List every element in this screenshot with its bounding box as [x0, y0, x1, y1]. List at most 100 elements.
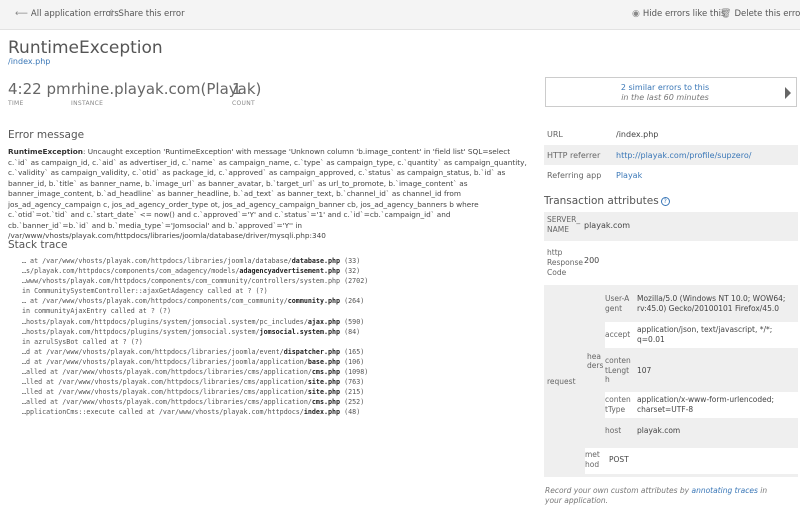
stack-frame-line: (106) — [340, 357, 365, 366]
similar-errors-period: in the last 60 minutes — [621, 93, 709, 102]
stack-frame-line: (48) — [340, 408, 361, 417]
stack-frame-path: … at /var/www/vhosts/playak.com/httpdocs… — [22, 257, 292, 265]
stat-time-value: 4:22 pm — [8, 80, 71, 98]
hide-label: Hide errors like this — [642, 9, 726, 19]
stack-frame-line: (84) — [340, 327, 361, 336]
stack-frame-path: …d at /var/www/vhosts/playak.com/httpdoc… — [22, 347, 284, 356]
header-content-type-value: application/x-www-form-urlencoded; chars… — [637, 395, 775, 414]
stack-frame-path: …lled at /var/www/vhosts/playak.com/http… — [22, 378, 308, 387]
stack-frame: …pplicationCms::execute called at /var/w… — [22, 407, 532, 417]
back-to-errors-link[interactable]: ⟵ All application errors — [15, 9, 119, 19]
stack-frame-file: site.php — [307, 388, 341, 397]
attr-http-code-value: 200 — [584, 256, 600, 265]
transaction-attributes-heading: Transaction attributes? — [544, 195, 670, 207]
header-content-length-key: conten tLength — [605, 356, 631, 384]
stack-frame-line: (33) — [340, 257, 361, 265]
stack-frame-path: …pplicationCms::execute called at /var/w… — [22, 408, 304, 417]
stack-frame: in azrulSysBot called at ? (?) — [22, 337, 532, 347]
detail-app-label: Referring app — [547, 170, 602, 180]
stack-frame: … at /var/www/vhosts/playak.com/httpdocs… — [22, 296, 532, 306]
header-host-value: playak.com — [637, 426, 681, 435]
delete-error-link[interactable]: 🗑 Delete this error — [720, 9, 800, 19]
footnote-pre: Record your own custom attributes by — [545, 486, 692, 495]
error-message-body: : Uncaught exception 'RuntimeException' … — [8, 147, 527, 240]
stack-frame-file: base.php — [307, 357, 341, 366]
stat-time: 4:22 pm TIME — [8, 80, 71, 107]
stack-frame-line: (252) — [340, 398, 365, 407]
stack-frame-line: (165) — [340, 347, 365, 356]
stack-frame-file: cms.php — [311, 398, 341, 407]
detail-referrer-link[interactable]: http://playak.com/profile/supzero/ — [616, 151, 751, 160]
stack-frame: in communityAjaxEntry called at ? (?) — [22, 306, 532, 316]
stack-frame-path: … at /var/www/vhosts/playak.com/httpdocs… — [22, 297, 288, 306]
attr-http-code-key: http Response Code — [547, 248, 584, 277]
error-message-text: RuntimeException: Uncaught exception 'Ru… — [8, 147, 528, 242]
attr-method-value: POST — [609, 455, 629, 464]
error-message-label: RuntimeException — [8, 147, 83, 156]
stat-count: 1 COUNT — [232, 80, 255, 107]
detail-app-link[interactable]: Playak — [616, 171, 642, 180]
attr-http-code-row: http Response Code 200 — [544, 245, 798, 279]
header-user-agent-value: Mozilla/5.0 (Windows NT 10.0; WOW64; rv:… — [637, 294, 786, 313]
stack-frame-path: in CommunitySystemController::ajaxGetAda… — [22, 287, 268, 296]
attr-headers-key: hea ders — [587, 352, 604, 370]
stack-frame-file: index.php — [303, 408, 341, 417]
detail-referrer-label: HTTP referrer — [547, 150, 601, 160]
stack-frame-line: (1098) — [340, 368, 369, 377]
transaction-attributes-title: Transaction attributes — [544, 195, 659, 207]
stack-frame: … at /var/www/vhosts/playak.com/httpdocs… — [22, 256, 532, 266]
eye-slash-icon: ◉ — [632, 9, 640, 19]
detail-referrer-row: HTTP referrer http://playak.com/profile/… — [544, 145, 798, 165]
hide-errors-link[interactable]: ◉ Hide errors like this — [632, 9, 725, 19]
stack-frame: …www/vhosts/playak.com/httpdocs/componen… — [22, 276, 532, 286]
error-path-link[interactable]: /index.php — [8, 57, 50, 66]
similar-errors-button[interactable]: 2 similar errors to this in the last 60 … — [545, 77, 797, 107]
stack-frame: …s/playak.com/httpdocs/components/com_ad… — [22, 266, 532, 276]
attr-server-name-key: SERVER_ NAME — [547, 215, 581, 234]
back-label: All application errors — [30, 9, 119, 19]
detail-url-value: /index.php — [616, 130, 659, 139]
stack-frame-path: in azrulSysBot called at ? (?) — [22, 337, 143, 346]
share-label: Share this error — [118, 9, 185, 19]
attr-method-key: met hod — [585, 450, 600, 469]
attr-server-name-row: SERVER_ NAME playak.com — [544, 212, 798, 241]
stack-frame: …d at /var/www/vhosts/playak.com/httpdoc… — [22, 347, 532, 357]
stack-frame-path: …www/vhosts/playak.com/httpdocs/componen… — [22, 277, 369, 286]
custom-attributes-footnote: Record your own custom attributes by ann… — [545, 486, 785, 506]
stack-frame: …hosts/playak.com/httpdocs/plugins/syste… — [22, 317, 532, 327]
stat-count-value: 1 — [232, 80, 242, 98]
annotating-traces-link[interactable]: annotating traces — [691, 486, 757, 495]
stack-frame-line: (590) — [340, 317, 365, 326]
stat-count-label: COUNT — [232, 100, 255, 107]
stack-frame-path: …hosts/playak.com/httpdocs/plugins/syste… — [22, 317, 308, 326]
header-content-length-value: 107 — [637, 366, 652, 375]
stack-frame: …hosts/playak.com/httpdocs/plugins/syste… — [22, 327, 532, 337]
detail-app-row: Referring app Playak — [544, 168, 798, 182]
header-host-row: host playak.com — [605, 422, 798, 440]
stack-frame-path: …alled at /var/www/vhosts/playak.com/htt… — [22, 368, 312, 377]
header-accept-key: accept — [605, 330, 631, 339]
header-accept-value: application/json, text/javascript, */*; … — [637, 325, 773, 344]
delete-label: Delete this error — [734, 9, 800, 19]
attr-method-row: met hod POST — [585, 448, 798, 474]
arrow-left-icon: ⟵ — [15, 9, 28, 19]
header-user-agent-key: User-A gent — [605, 294, 630, 313]
stack-frame: in CommunitySystemController::ajaxGetAda… — [22, 286, 532, 296]
header-content-length-row: conten tLength 107 — [605, 352, 798, 388]
error-message-heading: Error message — [8, 129, 85, 141]
trash-icon: 🗑 — [720, 9, 732, 19]
stack-frame-file: community.php — [287, 297, 341, 306]
stack-frame-file: adagencyadvertisement.php — [239, 267, 341, 276]
stack-frame-path: …s/playak.com/httpdocs/components/com_ad… — [22, 267, 240, 276]
stack-frame-file: cms.php — [311, 368, 341, 377]
stack-frame: …alled at /var/www/vhosts/playak.com/htt… — [22, 397, 532, 407]
header-accept-row: accept application/json, text/javascript… — [605, 322, 798, 348]
stack-frame-path: …lled at /var/www/vhosts/playak.com/http… — [22, 388, 308, 397]
stack-trace: … at /var/www/vhosts/playak.com/httpdocs… — [22, 256, 532, 418]
toolbar: ⟵ All application errors ⇪ Share this er… — [0, 0, 800, 30]
detail-url-row: URL /index.php — [544, 128, 798, 141]
help-circle-icon[interactable]: ? — [660, 197, 670, 206]
stack-frame-path: …hosts/playak.com/httpdocs/plugins/syste… — [22, 327, 260, 336]
share-error-link[interactable]: ⇪ Share this error — [108, 9, 185, 19]
stack-frame-line: (32) — [340, 267, 361, 276]
